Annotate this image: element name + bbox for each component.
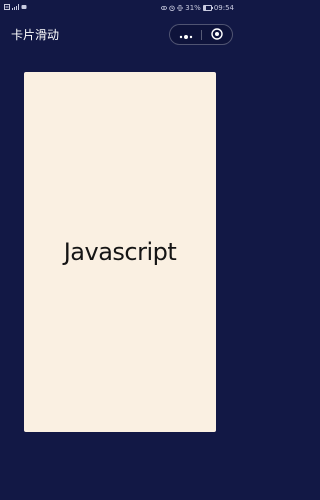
status-time: 09:54 (213, 4, 234, 12)
card-label: Javascript (63, 238, 177, 266)
app-icon (21, 4, 27, 10)
eye-icon (161, 5, 168, 11)
notification-icon (4, 4, 10, 10)
battery-icon (202, 5, 213, 11)
slide-card[interactable]: Javascript (24, 72, 216, 432)
signal-icon (12, 4, 19, 10)
status-bar: 31% 09:54 (0, 0, 240, 18)
vibrate-icon (177, 5, 183, 11)
status-right: 31% 09:54 (161, 4, 234, 12)
status-left (4, 4, 27, 10)
screen: 31% 09:54 卡片滑动 Javascript (0, 0, 240, 500)
mini-program-capsule (169, 24, 233, 45)
alarm-icon (169, 5, 175, 11)
target-close-icon (211, 25, 223, 44)
more-dots-icon (179, 25, 193, 44)
close-mini-program-button[interactable] (202, 25, 232, 44)
battery-fill (203, 6, 206, 10)
battery-percent: 31% (185, 4, 201, 12)
more-menu-button[interactable] (170, 25, 201, 44)
page-title: 卡片滑动 (11, 28, 60, 42)
